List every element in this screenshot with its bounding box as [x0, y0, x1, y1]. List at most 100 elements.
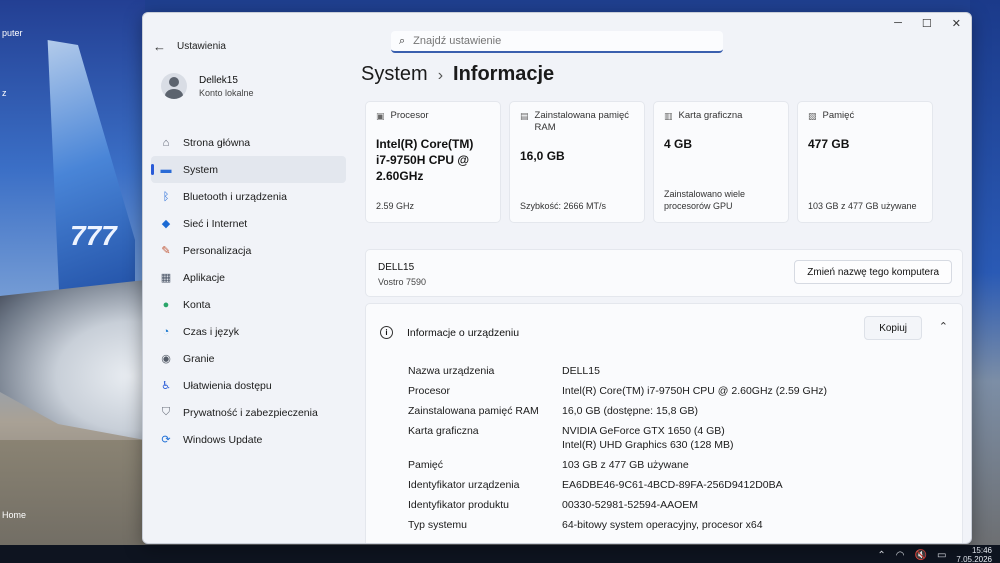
- card-value: 16,0 GB: [520, 149, 565, 163]
- sidebar-item-privacy[interactable]: ⛉ Prywatność i zabezpieczenia: [151, 399, 346, 426]
- sidebar-item-label: Bluetooth i urządzenia: [183, 190, 287, 203]
- chevron-up-icon[interactable]: ⌃: [939, 320, 948, 333]
- sidebar-item-system[interactable]: ▬ System: [151, 156, 346, 183]
- desktop-icon-home[interactable]: Home: [2, 510, 26, 520]
- user-name: Dellek15: [199, 74, 238, 86]
- card-label: Pamięć: [822, 110, 855, 121]
- spec-key: Identyfikator produktu: [408, 499, 509, 511]
- spec-value: Intel(R) Core(TM) i7-9750H CPU @ 2.60GHz…: [562, 384, 948, 398]
- device-info-header[interactable]: i Informacje o urządzeniu: [380, 326, 519, 339]
- sidebar-item-windows-update[interactable]: ⟳ Windows Update: [151, 426, 346, 453]
- user-account-type: Konto lokalne: [199, 87, 254, 98]
- update-icon: ⟳: [161, 434, 171, 446]
- computer-model: Vostro 7590: [378, 277, 427, 287]
- spec-value: EA6DBE46-9C61-4BCD-89FA-256D9412D0BA: [562, 478, 948, 492]
- spec-value-line[interactable]: Intel(R) UHD Graphics 630 (128 MB): [562, 438, 948, 452]
- spec-key: Pamięć: [408, 459, 444, 471]
- device-spec-list: Nazwa urządzenia DELL15 Procesor Intel(R…: [408, 364, 948, 538]
- search-box[interactable]: ⌕: [391, 31, 723, 53]
- clock[interactable]: 15:46 7.05.2026: [956, 546, 992, 563]
- spec-key: Typ systemu: [408, 519, 467, 531]
- sidebar-item-label: Czas i język: [183, 325, 240, 338]
- card-ram: ▤ Zainstalowana pamięć RAM 16,0 GB Szybko…: [509, 101, 645, 223]
- desktop-wallpaper: 777 puter z Home: [0, 0, 145, 563]
- rename-computer-button[interactable]: Zmień nazwę tego komputera: [794, 260, 952, 284]
- spec-key: Procesor: [408, 385, 451, 397]
- wifi-icon[interactable]: ◠: [896, 550, 905, 561]
- card-sub: 2.59 GHz: [376, 201, 415, 211]
- spec-value-line[interactable]: DELL15: [562, 364, 948, 378]
- card-label: Procesor: [390, 110, 429, 121]
- sidebar-item-label: Konta: [183, 298, 211, 311]
- sidebar-item-bluetooth[interactable]: ᛒ Bluetooth i urządzenia: [151, 183, 346, 210]
- clock-date: 7.05.2026: [956, 555, 992, 563]
- search-input[interactable]: [413, 35, 704, 47]
- spec-row: Zainstalowana pamięć RAM 16,0 GB (dostęp…: [408, 404, 948, 418]
- sidebar-item-personalization[interactable]: ✎ Personalizacja: [151, 237, 346, 264]
- clock-time: 15:46: [971, 546, 992, 555]
- back-arrow-icon[interactable]: ←: [153, 39, 166, 54]
- close-icon[interactable]: ✕: [952, 17, 961, 30]
- spec-key: Karta graficzna: [408, 425, 479, 437]
- chevron-up-icon[interactable]: ⌃: [877, 550, 885, 561]
- sidebar-item-label: Prywatność i zabezpieczenia: [183, 406, 318, 419]
- user-profile[interactable]: Dellek15 Konto lokalne: [161, 73, 254, 99]
- breadcrumb-separator: ›: [437, 67, 444, 84]
- sidebar-item-home[interactable]: ⌂ Strona główna: [151, 129, 346, 156]
- sidebar-item-time-language[interactable]: ◔ Czas i język: [151, 318, 346, 345]
- shield-icon: ⛉: [161, 406, 171, 418]
- sidebar-item-apps[interactable]: ▦ Aplikacje: [151, 264, 346, 291]
- spec-key: Identyfikator urządzenia: [408, 479, 520, 491]
- monitor-icon: ▬: [160, 163, 172, 176]
- airplane-tail: [47, 40, 135, 290]
- sidebar-item-label: Sieć i Internet: [183, 217, 248, 230]
- sidebar-item-accessibility[interactable]: ♿ Ułatwienia dostępu: [151, 372, 346, 399]
- card-storage: ▧ Pamięć 477 GB 103 GB z 477 GB używane: [797, 101, 933, 223]
- spec-value-line[interactable]: 16,0 GB (dostępne: 15,8 GB): [562, 404, 948, 418]
- taskbar: ⌃ ◠ 🔇 ▭ 15:46 7.05.2026: [0, 545, 1000, 563]
- copy-button[interactable]: Kopiuj: [864, 316, 922, 340]
- spec-key: Nazwa urządzenia: [408, 365, 495, 377]
- wifi-icon: ◆: [161, 218, 171, 230]
- desktop-icon-label[interactable]: z: [2, 88, 7, 98]
- globe-clock-icon: ◔: [162, 325, 170, 338]
- title-bar: ← Ustawienia ─ ☐ ✕ ⌕: [143, 13, 971, 57]
- card-processor: ▣ Procesor Intel(R) Core(TM) i7-9750H CPU…: [365, 101, 501, 223]
- window-controls: ─ ☐ ✕: [894, 17, 961, 30]
- maximize-icon[interactable]: ☐: [922, 17, 932, 30]
- desktop-icon-computer[interactable]: puter: [2, 28, 23, 38]
- card-value: 4 GB: [664, 137, 693, 151]
- avatar: [161, 73, 187, 99]
- device-info-title: Informacje o urządzeniu: [407, 326, 520, 339]
- spec-value: 00330-52981-52594-AAOEM: [562, 498, 948, 512]
- sidebar-item-accounts[interactable]: ● Konta: [151, 291, 346, 318]
- spec-value-line[interactable]: Intel(R) Core(TM) i7-9750H CPU @ 2.60GHz…: [562, 384, 948, 398]
- sidebar-item-gaming[interactable]: ◉ Granie: [151, 345, 346, 372]
- apps-icon: ▦: [160, 272, 172, 284]
- spec-value-line[interactable]: 64-bitowy system operacyjny, procesor x6…: [562, 518, 948, 532]
- sidebar-item-label: Aplikacje: [183, 271, 226, 284]
- device-info-section: i Informacje o urządzeniu Kopiuj ⌃ Nazwa…: [365, 303, 963, 543]
- card-sub: Szybkość: 2666 MT/s: [520, 201, 607, 211]
- card-label: Zainstalowana pamięć RAM: [534, 110, 630, 133]
- breadcrumb: System › Informacje: [361, 63, 554, 86]
- spec-row: Pamięć 103 GB z 477 GB używane: [408, 458, 948, 472]
- battery-icon[interactable]: ▭: [937, 550, 946, 561]
- sidebar-item-label: Strona główna: [183, 136, 251, 149]
- spec-row: Typ systemu 64-bitowy system operacyjny,…: [408, 518, 948, 532]
- spec-value-line[interactable]: NVIDIA GeForce GTX 1650 (4 GB): [562, 424, 948, 438]
- minimize-icon[interactable]: ─: [894, 17, 902, 30]
- breadcrumb-parent[interactable]: System: [361, 63, 428, 86]
- speaker-muted-icon[interactable]: 🔇: [915, 550, 927, 561]
- card-label: Karta graficzna: [678, 110, 743, 121]
- spec-row: Procesor Intel(R) Core(TM) i7-9750H CPU …: [408, 384, 948, 398]
- info-icon: i: [380, 326, 393, 339]
- main-content: System › Informacje ▣ Procesor Intel(R) C…: [361, 61, 971, 543]
- sidebar-item-network[interactable]: ◆ Sieć i Internet: [151, 210, 346, 237]
- airplane-engine: [0, 280, 145, 440]
- spec-value-line[interactable]: EA6DBE46-9C61-4BCD-89FA-256D9412D0BA: [562, 478, 948, 492]
- brush-icon: ✎: [161, 245, 171, 257]
- spec-value-line[interactable]: 00330-52981-52594-AAOEM: [562, 498, 948, 512]
- spec-value-line[interactable]: 103 GB z 477 GB używane: [562, 458, 948, 472]
- card-gpu: ▥ Karta graficzna 4 GB Zainstalowano wiel…: [653, 101, 789, 223]
